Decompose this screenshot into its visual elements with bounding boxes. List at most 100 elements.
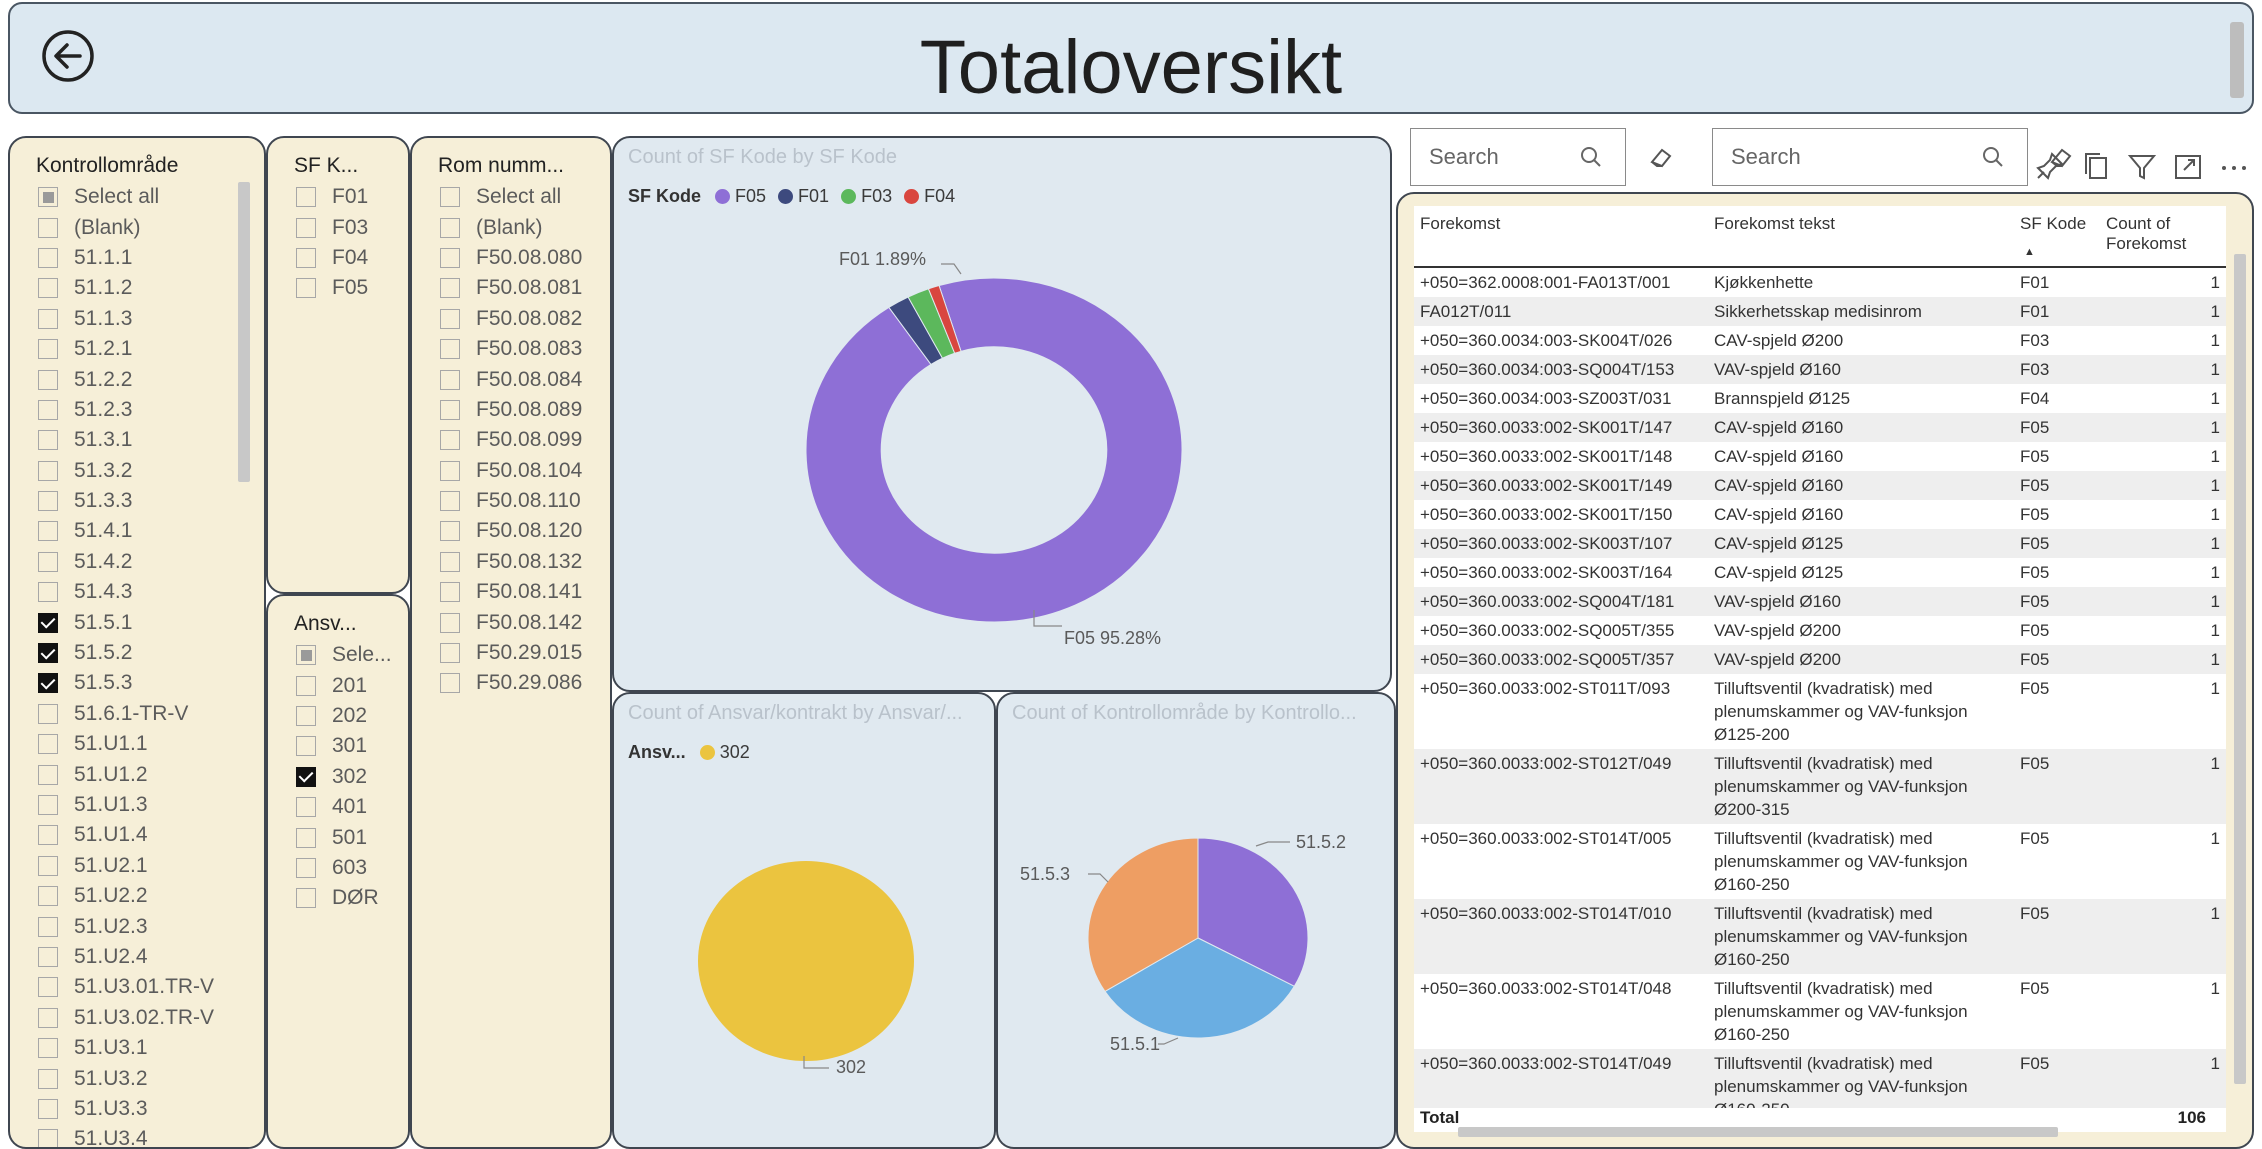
slicer-item[interactable]: 51.5.3 (38, 668, 214, 698)
slicer-item[interactable]: 51.5.1 (38, 607, 214, 637)
checkbox[interactable] (440, 582, 460, 603)
table-row[interactable]: +050=360.0034:003-SZ003T/031 Brannspjeld … (1414, 384, 2226, 413)
checkbox[interactable] (440, 430, 460, 451)
slicer-item[interactable]: 51.U3.1 (38, 1033, 214, 1063)
checkbox[interactable] (296, 247, 316, 268)
checkbox[interactable] (440, 217, 460, 238)
slicer-item[interactable]: 603 (296, 853, 392, 883)
checkbox[interactable] (296, 217, 316, 238)
slicer-item[interactable]: 51.U2.2 (38, 881, 214, 911)
checkbox[interactable] (296, 187, 316, 208)
checkbox[interactable] (440, 551, 460, 572)
search-box-1[interactable] (1410, 128, 1626, 186)
slicer-item[interactable]: 201 (296, 670, 392, 700)
checkbox[interactable] (440, 673, 460, 694)
slicer-item[interactable]: 51.U1.3 (38, 790, 214, 820)
slicer-item[interactable]: F04 (296, 243, 368, 273)
header-scrollbar[interactable] (2230, 22, 2244, 98)
slicer-item[interactable]: 51.U2.1 (38, 851, 214, 881)
checkbox[interactable] (38, 977, 58, 998)
slicer-item[interactable]: 202 (296, 701, 392, 731)
slicer-item[interactable]: 51.U3.4 (38, 1124, 214, 1147)
checkbox[interactable] (440, 369, 460, 390)
slicer-item[interactable]: 51.1.1 (38, 243, 214, 273)
checkbox[interactable] (440, 491, 460, 512)
checkbox[interactable] (38, 278, 58, 299)
eraser-icon[interactable] (1646, 142, 1676, 172)
checkbox[interactable] (38, 855, 58, 876)
slicer-item[interactable]: 301 (296, 731, 392, 761)
checkbox[interactable] (440, 247, 460, 268)
checkbox[interactable] (296, 736, 316, 757)
slicer-item[interactable]: F50.08.120 (440, 516, 582, 546)
slicer-item[interactable]: 501 (296, 822, 392, 852)
slicer-item[interactable]: 51.2.3 (38, 395, 214, 425)
checkbox[interactable] (38, 339, 58, 360)
slicer-item[interactable]: 51.3.2 (38, 456, 214, 486)
checkbox-checked[interactable] (38, 612, 58, 633)
checkbox[interactable] (440, 308, 460, 329)
chart-sf-kode-donut[interactable]: Count of SF Kode by SF Kode SF Kode F05 F… (612, 136, 1392, 692)
slicer-item[interactable]: F50.08.142 (440, 607, 582, 637)
table-row[interactable]: +050=362.0008:001-FA013T/001 Kjøkkenhette… (1414, 267, 2226, 297)
search-box-2[interactable] (1712, 128, 2028, 186)
table-row[interactable]: +050=360.0033:002-SK001T/148 CAV-spjeld Ø… (1414, 442, 2226, 471)
slicer-item[interactable]: F50.08.089 (440, 395, 582, 425)
checkbox[interactable] (38, 217, 58, 238)
checkbox[interactable] (440, 521, 460, 542)
slicer-item[interactable]: Sele... (296, 640, 392, 670)
checkbox[interactable] (440, 460, 460, 481)
slicer-item[interactable]: F50.08.132 (440, 547, 582, 577)
checkbox[interactable] (296, 278, 316, 299)
checkbox[interactable] (296, 827, 316, 848)
table-vertical-scrollbar[interactable] (2234, 254, 2246, 1084)
table-row[interactable]: +050=360.0034:003-SK004T/026 CAV-spjeld Ø… (1414, 326, 2226, 355)
copy-icon[interactable] (2078, 148, 2114, 184)
slicer-item[interactable]: F50.08.082 (440, 304, 582, 334)
checkbox[interactable] (38, 764, 58, 785)
column-header-sf-kode[interactable]: SF Kode ▲ (2014, 206, 2100, 268)
table-row[interactable]: +050=360.0033:002-SQ005T/355 VAV-spjeld Ø… (1414, 616, 2226, 645)
focus-mode-icon[interactable] (2170, 148, 2206, 184)
checkbox[interactable] (38, 916, 58, 937)
slicer-item[interactable]: F50.08.104 (440, 456, 582, 486)
checkbox[interactable] (38, 1129, 58, 1147)
slicer-item[interactable]: F50.08.141 (440, 577, 582, 607)
slicer-item[interactable]: 51.U1.2 (38, 759, 214, 789)
slicer-item[interactable]: (Blank) (440, 212, 582, 242)
checkbox-checked[interactable] (296, 766, 316, 787)
slicer-item[interactable]: F05 (296, 273, 368, 303)
slicer-item[interactable]: 51.4.3 (38, 577, 214, 607)
checkbox[interactable] (38, 308, 58, 329)
slicer-item[interactable]: 51.U2.4 (38, 942, 214, 972)
slicer-item[interactable]: (Blank) (38, 212, 214, 242)
checkbox[interactable] (296, 888, 316, 909)
table-row[interactable]: +050=360.0033:002-SQ005T/357 VAV-spjeld Ø… (1414, 645, 2226, 674)
table-horizontal-scrollbar[interactable] (1458, 1127, 2058, 1137)
checkbox[interactable] (38, 886, 58, 907)
table-row[interactable]: FA012T/011 Sikkerhetsskap medisinrom F01 1 (1414, 297, 2226, 326)
checkbox[interactable] (38, 399, 58, 420)
checkbox[interactable] (38, 247, 58, 268)
slicer-item[interactable]: 51.2.1 (38, 334, 214, 364)
checkbox[interactable] (296, 857, 316, 878)
slicer-item[interactable]: 51.3.1 (38, 425, 214, 455)
chart-kontrollomrade-pie[interactable]: Count of Kontrollområde by Kontrollo... … (996, 692, 1396, 1149)
checkbox[interactable] (38, 825, 58, 846)
more-options-icon[interactable] (2216, 148, 2252, 184)
checkbox[interactable] (440, 339, 460, 360)
slicer-item[interactable]: 51.U1.4 (38, 820, 214, 850)
checkbox[interactable] (38, 582, 58, 603)
checkbox[interactable] (38, 1007, 58, 1028)
table-row[interactable]: +050=360.0033:002-SK003T/164 CAV-spjeld Ø… (1414, 558, 2226, 587)
checkbox[interactable] (38, 187, 58, 208)
slicer-item[interactable]: 51.3.3 (38, 486, 214, 516)
slicer-item[interactable]: F50.08.084 (440, 364, 582, 394)
slicer-item[interactable]: 51.U3.02.TR-V (38, 1003, 214, 1033)
table-row[interactable]: +050=360.0033:002-ST014T/005 Tilluftsvent… (1414, 824, 2226, 899)
slicer-item[interactable]: 51.U3.2 (38, 1063, 214, 1093)
table-row[interactable]: +050=360.0033:002-SK001T/147 CAV-spjeld Ø… (1414, 413, 2226, 442)
checkbox[interactable] (296, 797, 316, 818)
slicer-item[interactable]: F50.08.083 (440, 334, 582, 364)
slicer-item[interactable]: 51.U2.3 (38, 911, 214, 941)
